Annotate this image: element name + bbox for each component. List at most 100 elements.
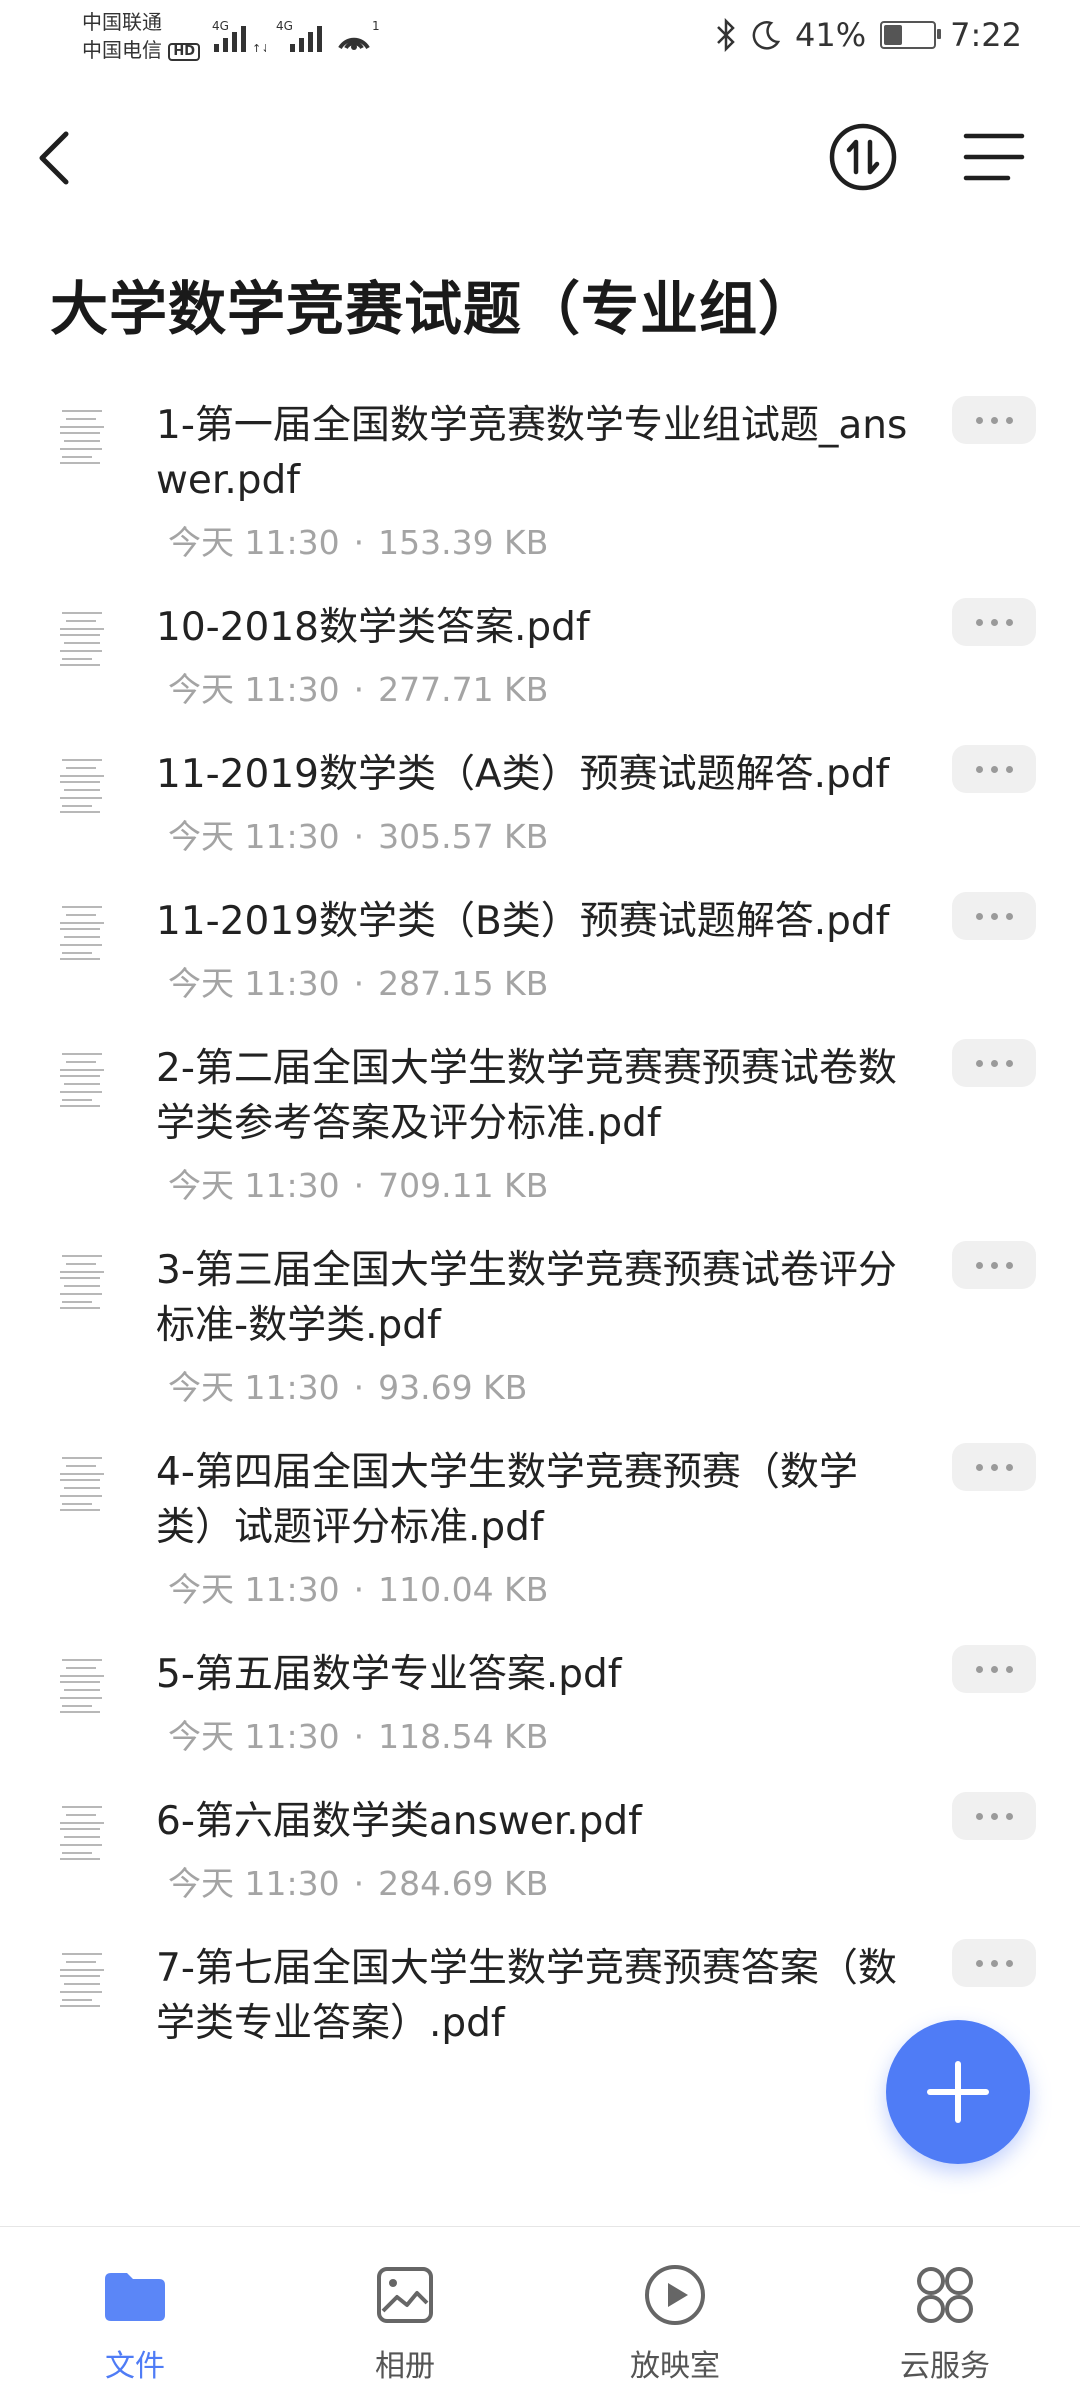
file-size: 118.54 KB [378, 1717, 549, 1756]
file-name: 7-第七届全国大学生数学竞赛预赛答案（数学类专业答案）.pdf [156, 1946, 897, 2046]
page-title: 大学数学竞赛试题（专业组） [50, 275, 818, 343]
list-item[interactable]: 2-第二届全国大学生数学竞赛赛预赛试卷数学类参考答案及评分标准.pdf 今天 11… [0, 1027, 1080, 1229]
clock: 7:22 [950, 16, 1022, 54]
list-item[interactable]: 6-第六届数学类answer.pdf 今天 11:30 · 284.69 KB [0, 1780, 1080, 1927]
list-item[interactable]: 1-第一届全国数学竞赛数学专业组试题_answer.pdf 今天 11:30 · 15… [0, 384, 1080, 586]
file-meta: 今天 11:30 · 305.57 KB [168, 810, 548, 858]
meta-separator: · [353, 1570, 365, 1609]
file-date: 今天 11:30 [168, 1864, 340, 1903]
file-date: 今天 11:30 [168, 670, 340, 709]
file-meta: 今天 11:30 · 287.15 KB [168, 957, 548, 1005]
tab-files-label: 文件 [105, 2349, 165, 2384]
signal-icon: 4G ↑↓ [212, 19, 266, 54]
file-name: 10-2018数学类答案.pdf [156, 605, 590, 650]
pdf-thumbnail-icon [56, 1451, 108, 1515]
more-options-button[interactable] [952, 1039, 1036, 1087]
more-options-button[interactable] [952, 1792, 1036, 1840]
pdf-thumbnail-icon [56, 1653, 108, 1717]
tab-album-label: 相册 [375, 2349, 435, 2384]
back-icon[interactable] [28, 122, 84, 194]
tab-cloud-service-label: 云服务 [900, 2349, 990, 2384]
file-name: 2-第二届全国大学生数学竞赛赛预赛试卷数学类参考答案及评分标准.pdf [156, 1046, 897, 1146]
file-size: 709.11 KB [378, 1166, 549, 1205]
file-date: 今天 11:30 [168, 523, 340, 562]
file-name: 3-第三届全国大学生数学竞赛预赛试卷评分标准-数学类.pdf [156, 1248, 897, 1348]
network-1: 4G [212, 19, 229, 33]
more-options-button[interactable] [952, 396, 1036, 444]
more-options-button[interactable] [952, 1241, 1036, 1289]
meta-separator: · [353, 817, 365, 856]
add-button[interactable] [886, 2020, 1030, 2164]
file-date: 今天 11:30 [168, 1166, 340, 1205]
folder-icon [105, 2273, 165, 2321]
bottom-nav: 文件 相册 放映室 云服务 [0, 2226, 1080, 2401]
list-item[interactable]: 11-2019数学类（B类）预赛试题解答.pdf 今天 11:30 · 287.15 … [0, 880, 1080, 1027]
more-options-button[interactable] [952, 598, 1036, 646]
hotspot-count: 1 [372, 19, 380, 33]
file-date: 今天 11:30 [168, 1368, 340, 1407]
carrier-info: 中国联通 中国电信 HD [82, 8, 201, 64]
file-meta: 今天 11:30 · 284.69 KB [168, 1857, 548, 1905]
tab-theater-label: 放映室 [630, 2349, 720, 2384]
file-name: 11-2019数学类（B类）预赛试题解答.pdf [156, 899, 890, 944]
tab-theater[interactable]: 放映室 [540, 2227, 810, 2401]
play-icon [645, 2265, 705, 2325]
file-size: 277.71 KB [378, 670, 549, 709]
menu-icon[interactable] [962, 128, 1026, 186]
pdf-thumbnail-icon [56, 1047, 108, 1111]
file-meta: 今天 11:30 · 277.71 KB [168, 663, 548, 711]
tab-files[interactable]: 文件 [0, 2227, 270, 2401]
carrier-1: 中国联通 [82, 10, 162, 34]
bluetooth-icon [717, 18, 735, 52]
file-name: 1-第一届全国数学竞赛数学专业组试题_answer.pdf [156, 403, 908, 503]
tab-cloud-service[interactable]: 云服务 [810, 2227, 1080, 2401]
file-meta: 今天 11:30 · 153.39 KB [168, 516, 548, 564]
file-date: 今天 11:30 [168, 817, 340, 856]
moon-icon [752, 21, 781, 50]
file-size: 305.57 KB [378, 817, 549, 856]
file-size: 284.69 KB [378, 1864, 549, 1903]
file-list: 1-第一届全国数学竞赛数学专业组试题_answer.pdf 今天 11:30 · 15… [0, 384, 1080, 2129]
meta-separator: · [353, 1166, 365, 1205]
more-options-button[interactable] [952, 1645, 1036, 1693]
file-name: 5-第五届数学专业答案.pdf [156, 1652, 622, 1697]
pdf-thumbnail-icon [56, 1947, 108, 2011]
pdf-thumbnail-icon [56, 1800, 108, 1864]
file-date: 今天 11:30 [168, 964, 340, 1003]
file-meta: 今天 11:30 · 118.54 KB [168, 1710, 548, 1758]
file-date: 今天 11:30 [168, 1717, 340, 1756]
file-size: 287.15 KB [378, 964, 549, 1003]
meta-separator: · [353, 1368, 365, 1407]
meta-separator: · [353, 964, 365, 1003]
list-item[interactable]: 10-2018数学类答案.pdf 今天 11:30 · 277.71 KB [0, 586, 1080, 733]
file-size: 93.69 KB [378, 1368, 528, 1407]
file-meta: 今天 11:30 · 110.04 KB [168, 1563, 548, 1611]
more-options-button[interactable] [952, 892, 1036, 940]
file-name: 4-第四届全国大学生数学竞赛预赛（数学类）试题评分标准.pdf [156, 1450, 858, 1550]
battery-percent: 41% [795, 16, 867, 54]
meta-separator: · [353, 523, 365, 562]
status-bar: 中国联通 中国电信 HD 4G ↑↓ 4G 1 41% 7:22 [0, 0, 1080, 78]
file-date: 今天 11:30 [168, 1570, 340, 1609]
list-item[interactable]: 5-第五届数学专业答案.pdf 今天 11:30 · 118.54 KB [0, 1633, 1080, 1780]
network-2: 4G [276, 19, 293, 33]
more-options-button[interactable] [952, 1443, 1036, 1491]
hd-badge: HD [168, 43, 201, 61]
sort-icon[interactable] [828, 122, 898, 192]
more-options-button[interactable] [952, 1939, 1036, 1987]
more-options-button[interactable] [952, 745, 1036, 793]
file-size: 110.04 KB [378, 1570, 549, 1609]
tab-album[interactable]: 相册 [270, 2227, 540, 2401]
photo-icon [377, 2267, 433, 2323]
list-item[interactable]: 4-第四届全国大学生数学竞赛预赛（数学类）试题评分标准.pdf 今天 11:30 ·… [0, 1431, 1080, 1633]
svg-text:↑↓: ↑↓ [252, 42, 266, 54]
wifi-hotspot-icon: 1 [338, 19, 380, 50]
pdf-thumbnail-icon [56, 404, 108, 468]
battery-icon [880, 21, 942, 49]
list-item[interactable]: 3-第三届全国大学生数学竞赛预赛试卷评分标准-数学类.pdf 今天 11:30 · 9… [0, 1229, 1080, 1431]
grid-icon [917, 2267, 973, 2323]
list-item[interactable]: 11-2019数学类（A类）预赛试题解答.pdf 今天 11:30 · 305.57 … [0, 733, 1080, 880]
pdf-thumbnail-icon [56, 900, 108, 964]
file-meta: 今天 11:30 · 93.69 KB [168, 1361, 527, 1409]
signal-icon-2: 4G [276, 19, 322, 52]
